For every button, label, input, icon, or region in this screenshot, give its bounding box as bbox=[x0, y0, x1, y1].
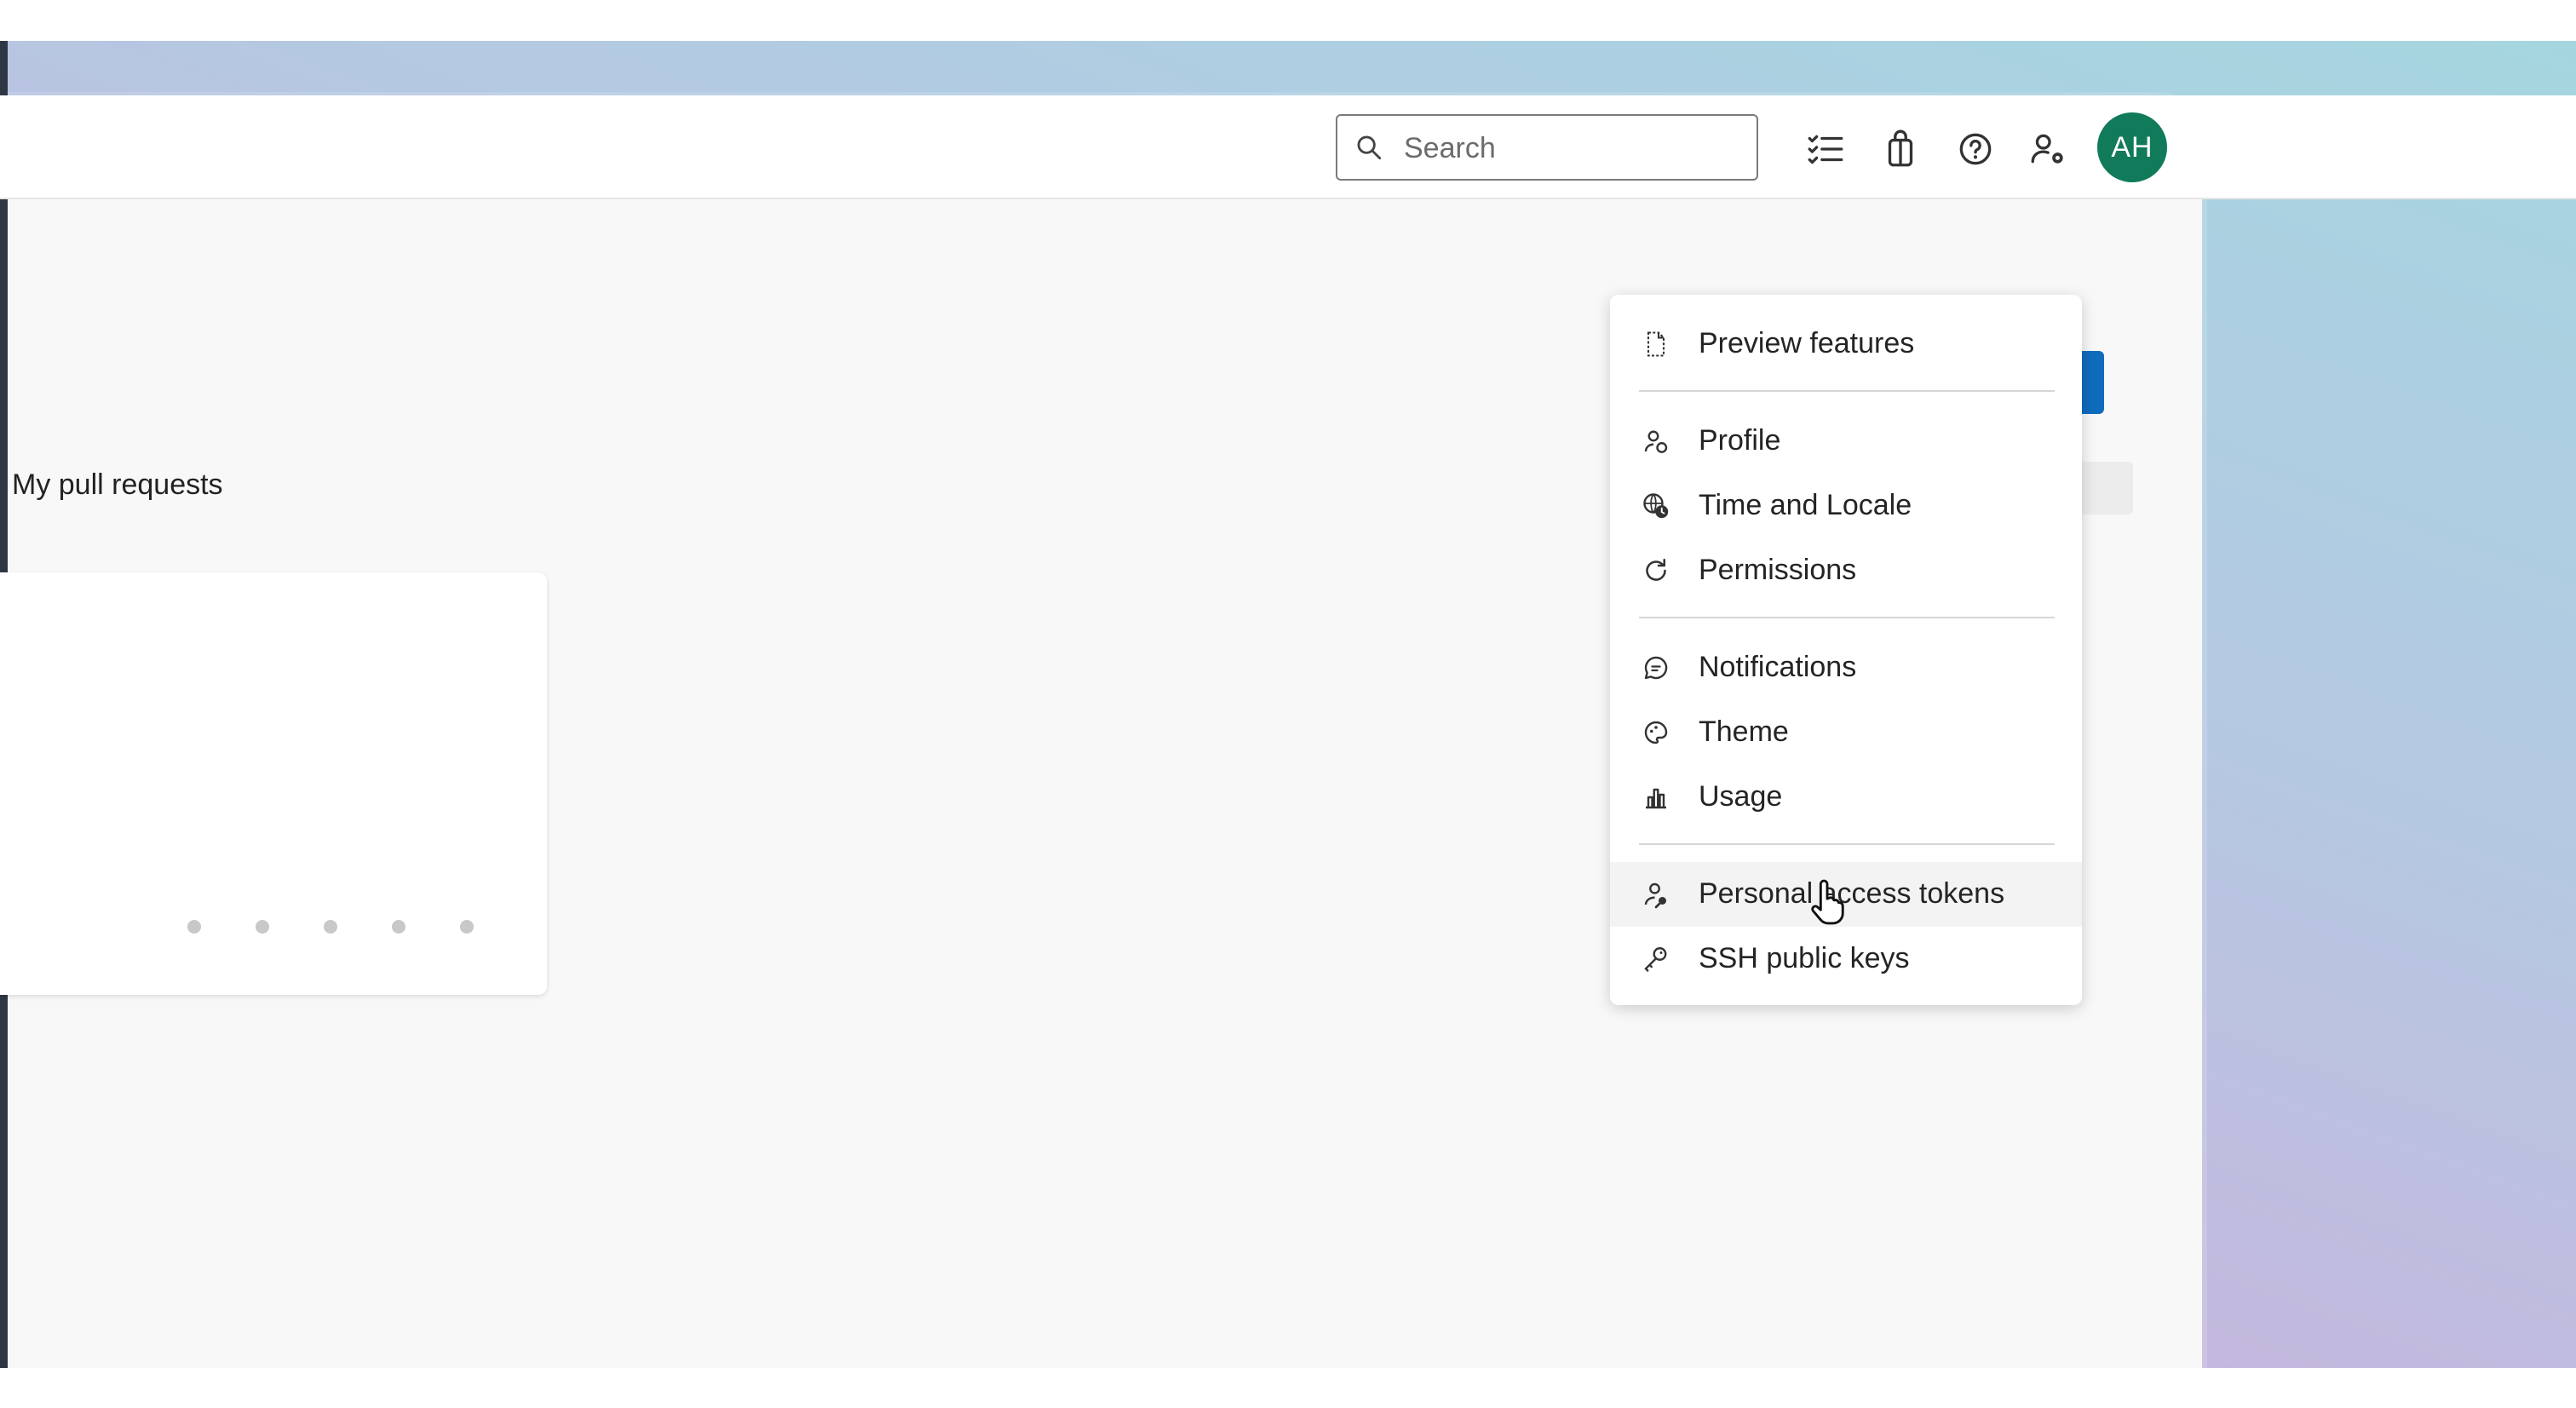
help-icon[interactable] bbox=[1954, 128, 1997, 170]
menu-item-profile[interactable]: Profile bbox=[1610, 409, 2082, 474]
menu-divider bbox=[1639, 617, 2055, 618]
menu-item-label: Preview features bbox=[1699, 327, 1915, 359]
chat-bubble-icon bbox=[1644, 656, 1668, 680]
loading-dot bbox=[460, 920, 474, 934]
search-box[interactable] bbox=[1336, 114, 1758, 181]
menu-item-label: Time and Locale bbox=[1699, 489, 1912, 521]
search-input[interactable] bbox=[1402, 116, 1746, 181]
bar-chart-icon bbox=[1646, 788, 1666, 809]
pull-requests-card bbox=[0, 572, 547, 995]
preview-page-icon bbox=[1647, 331, 1665, 357]
palette-icon bbox=[1644, 721, 1668, 744]
menu-item-label: Personal access tokens bbox=[1699, 877, 2005, 910]
menu-item-label: Theme bbox=[1699, 715, 1789, 748]
menu-divider bbox=[1639, 390, 2055, 392]
menu-divider bbox=[1639, 843, 2055, 845]
shopping-bag-icon[interactable] bbox=[1879, 128, 1922, 170]
key-icon bbox=[1644, 947, 1667, 972]
hand-pointer-icon bbox=[1811, 879, 1844, 925]
page-heading: My pull requests bbox=[12, 468, 223, 501]
search-icon bbox=[1357, 135, 1382, 160]
bottom-strip bbox=[0, 1368, 2576, 1408]
menu-item-ssh-public-keys[interactable]: SSH public keys bbox=[1610, 927, 2082, 991]
menu-item-label: Permissions bbox=[1699, 554, 1857, 586]
menu-item-label: Profile bbox=[1699, 424, 1781, 457]
avatar[interactable]: AH bbox=[2097, 112, 2167, 182]
loading-dot bbox=[324, 920, 337, 934]
menu-item-preview-features[interactable]: Preview features bbox=[1610, 312, 2082, 376]
menu-item-label: SSH public keys bbox=[1699, 942, 1910, 974]
loading-dot bbox=[392, 920, 405, 934]
globe-clock-icon bbox=[1643, 493, 1669, 519]
menu-item-usage[interactable]: Usage bbox=[1610, 765, 2082, 830]
menu-item-theme[interactable]: Theme bbox=[1610, 700, 2082, 765]
menu-item-permissions[interactable]: Permissions bbox=[1610, 538, 2082, 603]
menu-item-notifications[interactable]: Notifications bbox=[1610, 635, 2082, 700]
task-list-icon[interactable] bbox=[1804, 128, 1847, 170]
menu-item-time-and-locale[interactable]: Time and Locale bbox=[1610, 474, 2082, 538]
menu-item-label: Notifications bbox=[1699, 651, 1857, 683]
loading-dot bbox=[256, 920, 269, 934]
menu-item-label: Usage bbox=[1699, 780, 1783, 813]
person-key-icon bbox=[1644, 882, 1666, 909]
profile-icon bbox=[1644, 430, 1668, 453]
loading-dot bbox=[187, 920, 201, 934]
app-header bbox=[0, 95, 2576, 199]
refresh-permissions-icon bbox=[1646, 558, 1666, 581]
user-settings-icon[interactable] bbox=[2027, 128, 2070, 170]
